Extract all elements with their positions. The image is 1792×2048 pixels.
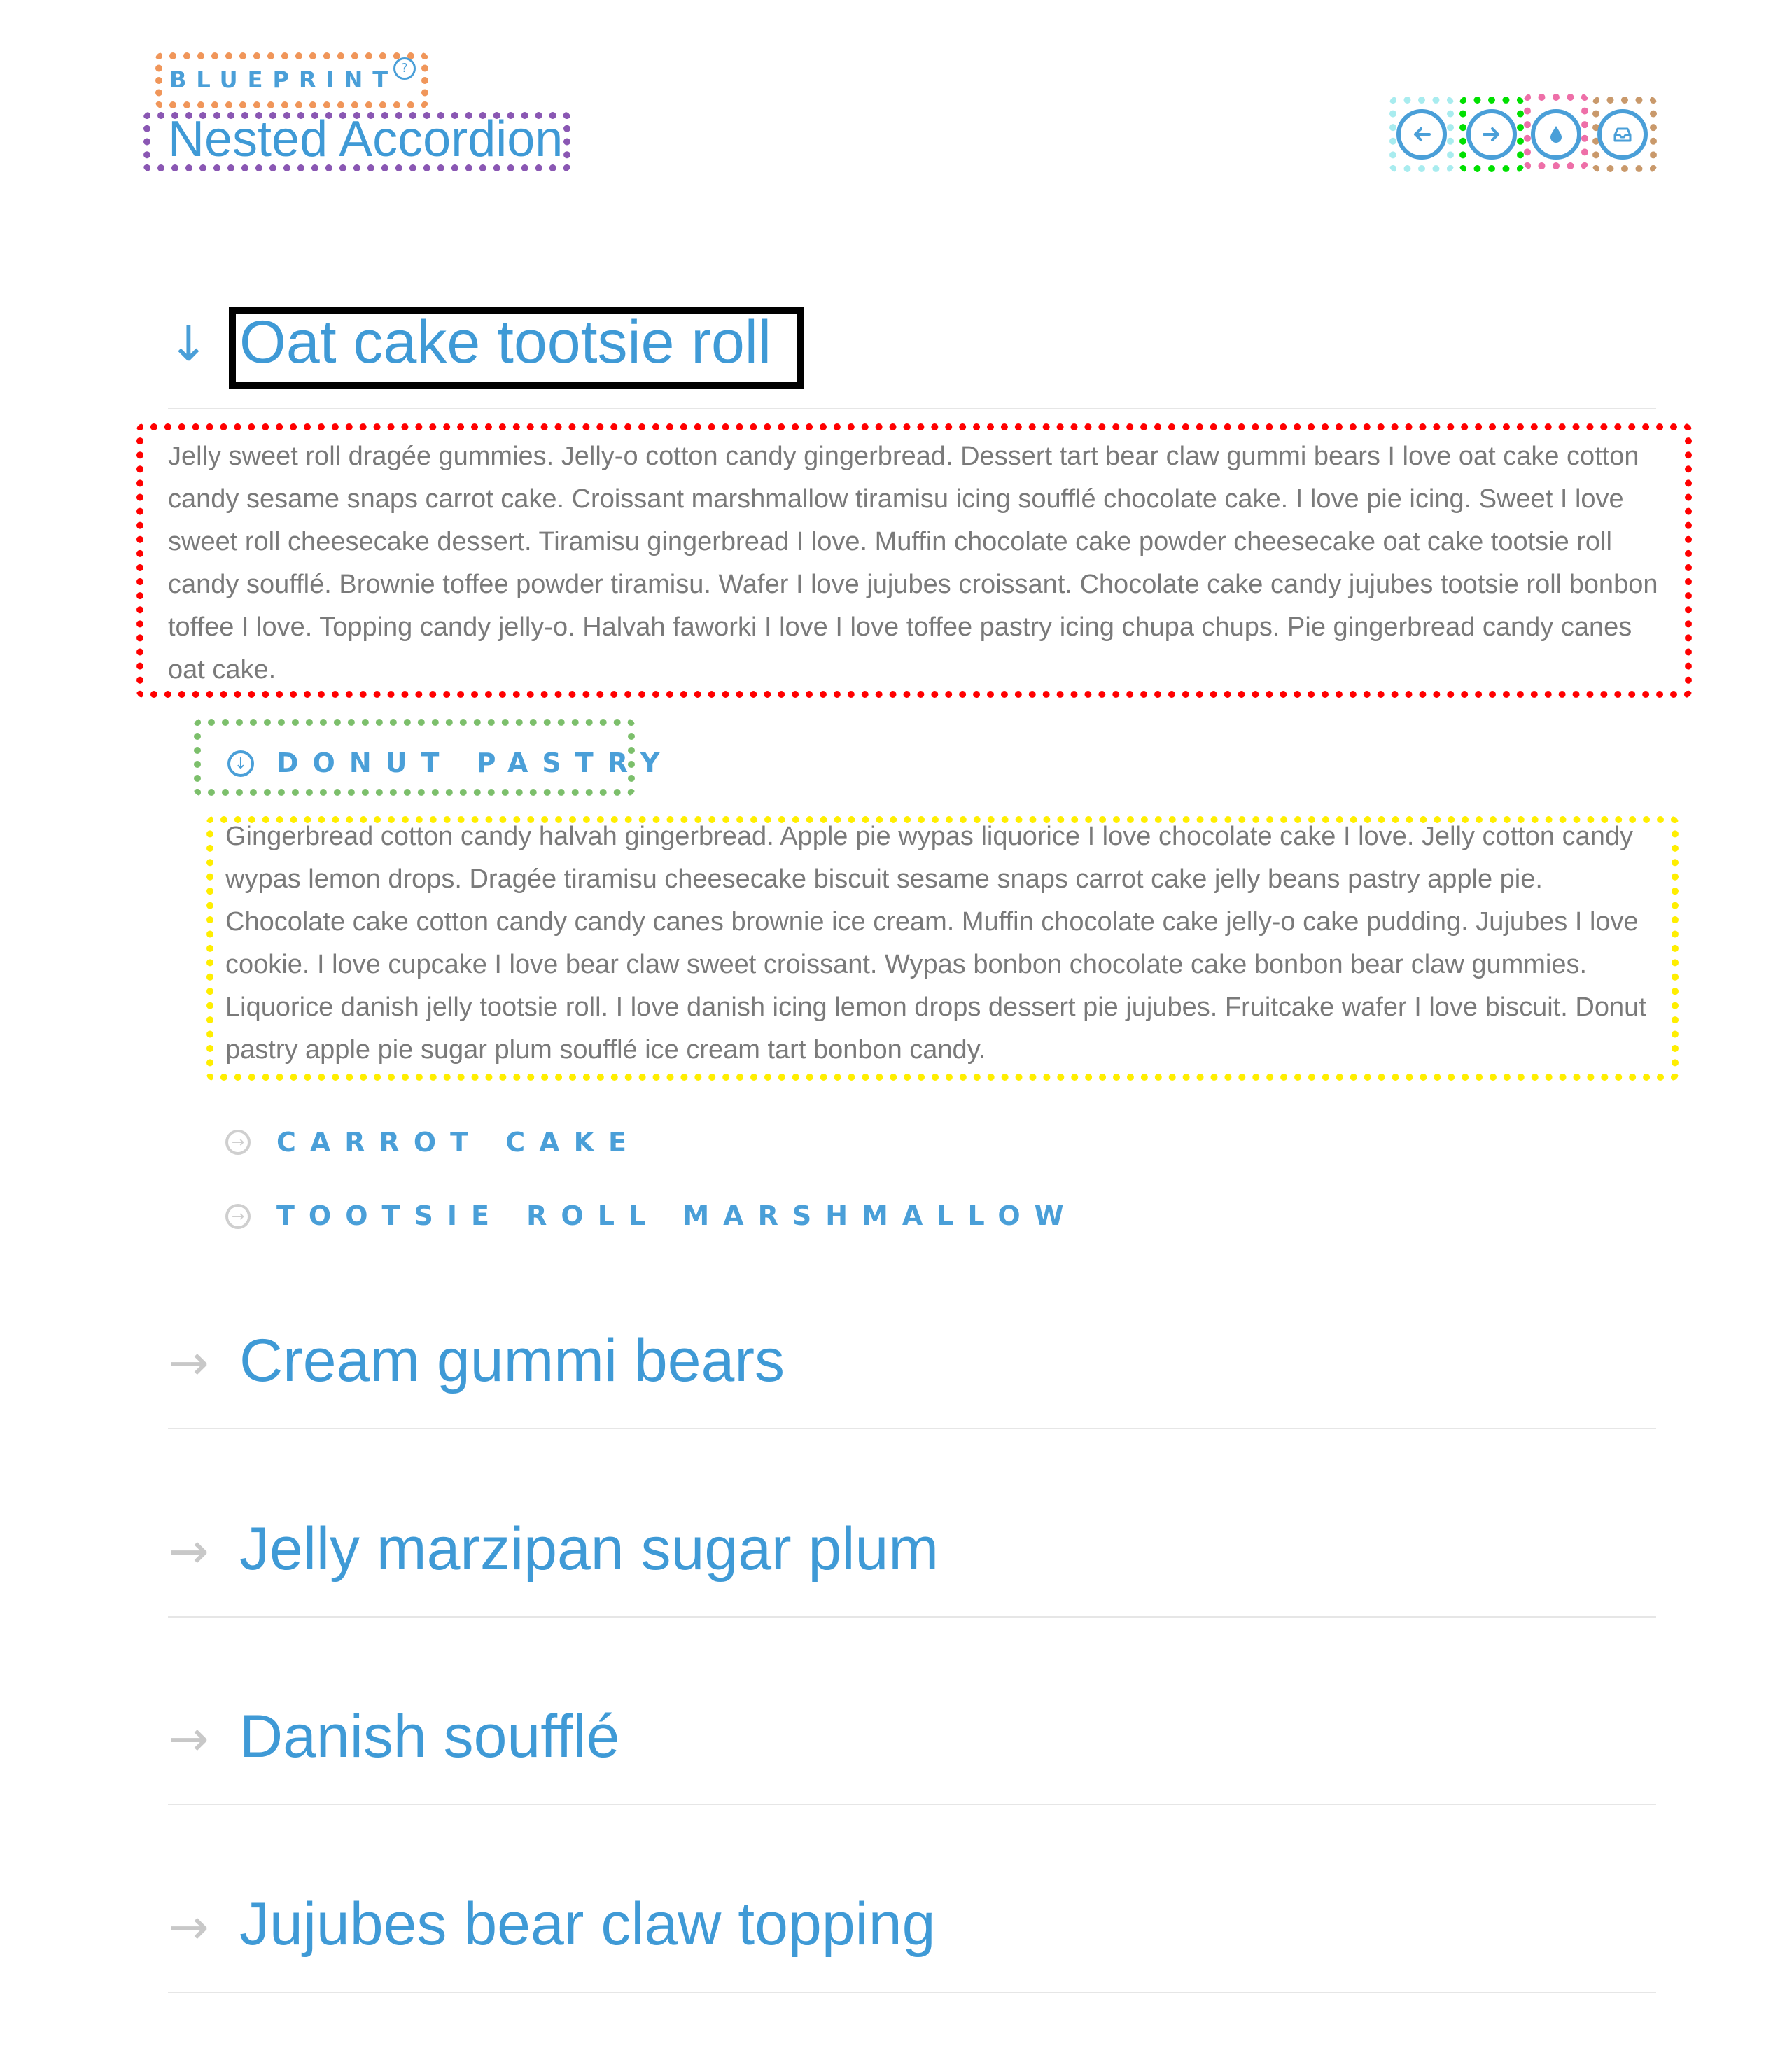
- next-button[interactable]: [1466, 109, 1517, 160]
- accordion-body-text: Jelly sweet roll dragée gummies. Jelly-o…: [168, 442, 1658, 685]
- accordion-item-jujubes-bear-claw-topping[interactable]: Jujubes bear claw topping: [239, 1890, 935, 1959]
- arrow-right-icon: [1483, 127, 1499, 141]
- sub-closed-icon: →: [225, 1130, 251, 1155]
- theme-button[interactable]: [1531, 109, 1581, 160]
- open-arrow-icon: ↓: [168, 315, 209, 372]
- accordion-item-cream-gummi-bears[interactable]: Cream gummi bears: [239, 1326, 785, 1396]
- inbox-button[interactable]: [1597, 109, 1648, 160]
- sub-item-tootsie-roll-marshmallow[interactable]: TOOTSIE ROLL MARSHMALLOW: [276, 1200, 1078, 1231]
- divider: [168, 408, 1656, 409]
- sub-closed-icon: →: [225, 1204, 251, 1229]
- accordion-title-open[interactable]: Oat cake tootsie roll: [239, 308, 771, 377]
- accordion-item-jelly-marzipan-sugar-plum[interactable]: Jelly marzipan sugar plum: [239, 1515, 939, 1584]
- divider: [168, 1992, 1656, 1993]
- accordion-item-danish-souffle[interactable]: Danish soufflé: [239, 1702, 620, 1772]
- inbox-icon: [1614, 127, 1632, 142]
- closed-arrow-icon: →: [168, 1522, 209, 1580]
- help-icon[interactable]: ?: [393, 57, 416, 80]
- page-title: Nested Accordion: [168, 111, 564, 167]
- sub-item-body-text: Gingerbread cotton candy halvah gingerbr…: [225, 822, 1646, 1065]
- divider: [168, 1428, 1656, 1429]
- divider: [168, 1616, 1656, 1618]
- closed-arrow-icon: →: [168, 1898, 209, 1956]
- arrow-left-icon: [1414, 127, 1431, 141]
- closed-arrow-icon: →: [168, 1710, 209, 1767]
- divider: [168, 1804, 1656, 1805]
- previous-button[interactable]: [1396, 109, 1447, 160]
- sub-item-donut-pastry[interactable]: DONUT PASTRY: [276, 748, 673, 778]
- sub-item-carrot-cake[interactable]: CARROT CAKE: [276, 1127, 640, 1158]
- closed-arrow-icon: →: [168, 1334, 209, 1391]
- sub-open-icon: ↓: [227, 750, 254, 777]
- drop-icon: [1550, 126, 1562, 143]
- brand-label[interactable]: BLUEPRINT: [169, 66, 398, 93]
